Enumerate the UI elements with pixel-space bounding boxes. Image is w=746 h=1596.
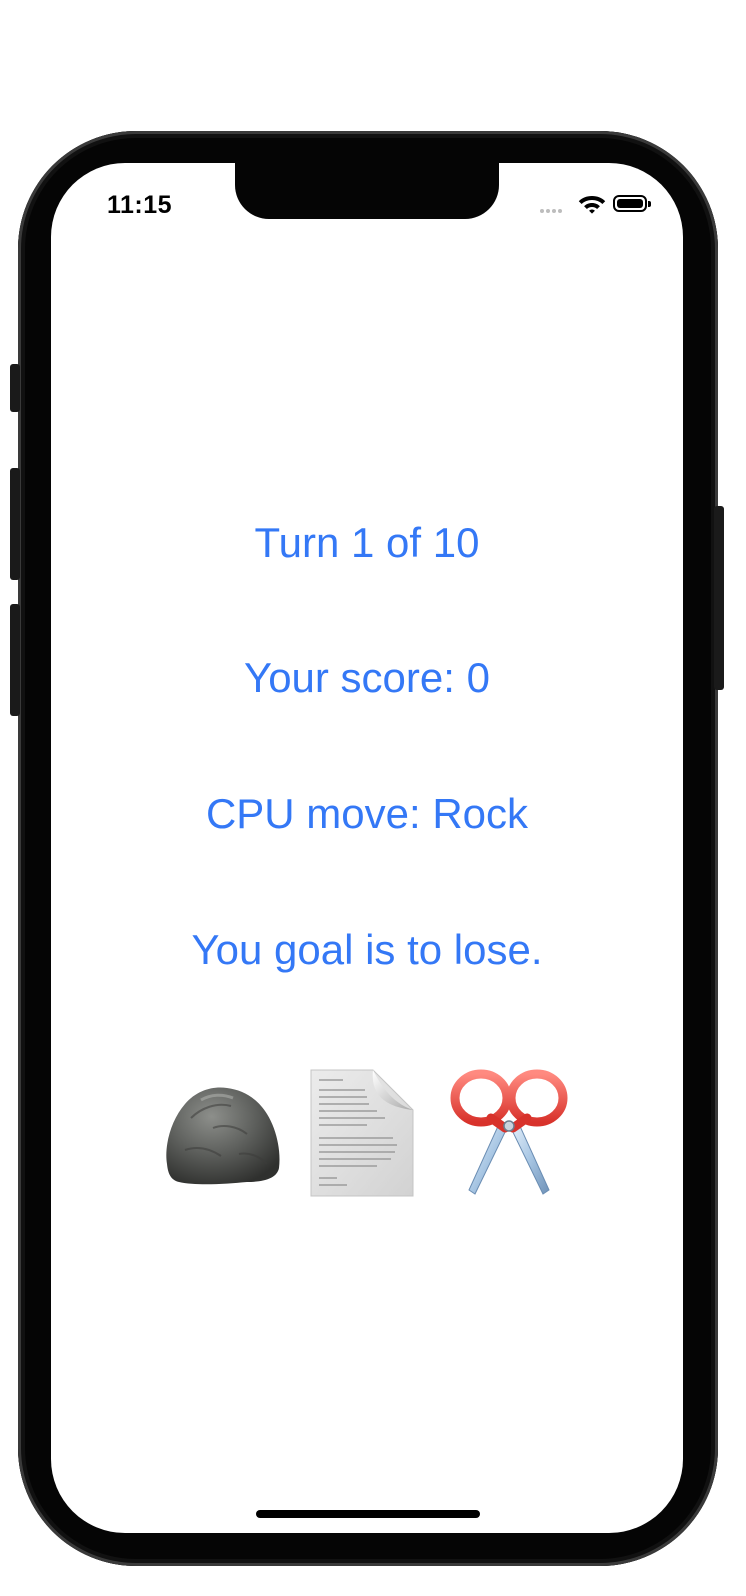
- volume-down-button: [10, 604, 20, 716]
- page-emoji-icon: [310, 1069, 414, 1197]
- battery-icon: [613, 195, 651, 212]
- notch: [235, 163, 499, 219]
- app-screen: 11:15 Turn 1 of 10 Your score: 0 CPU mov…: [51, 163, 683, 1533]
- silent-switch: [10, 364, 20, 412]
- score-label: Your score: 0: [244, 654, 490, 701]
- turn-label: Turn 1 of 10: [254, 519, 480, 566]
- volume-up-button: [10, 468, 20, 580]
- power-button: [714, 506, 724, 690]
- cpu-move-label: CPU move: Rock: [205, 790, 529, 837]
- status-time: 11:15: [107, 191, 173, 219]
- move-buttons: [161, 1068, 581, 1198]
- goal-label: You goal is to lose.: [191, 926, 543, 973]
- rock-emoji-icon: [166, 1087, 280, 1185]
- rock-button[interactable]: [161, 1068, 285, 1198]
- scissors-button[interactable]: [447, 1068, 571, 1198]
- wifi-icon: [578, 196, 606, 214]
- paper-button[interactable]: [307, 1068, 431, 1198]
- home-indicator: [256, 1510, 480, 1518]
- scissors-emoji-icon: [450, 1069, 568, 1195]
